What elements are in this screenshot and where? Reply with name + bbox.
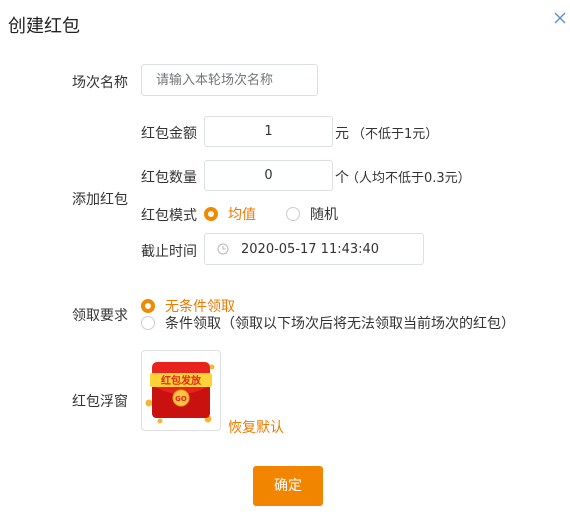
- mode-option-random[interactable]: 随机: [286, 204, 338, 224]
- mode-option-average-label: 均值: [228, 207, 256, 223]
- add-redpacket-label: 添加红包: [72, 192, 128, 208]
- amount-label: 红包金额: [141, 126, 197, 142]
- amount-input[interactable]: [204, 116, 333, 147]
- radio-selected-icon: [141, 299, 155, 313]
- confirm-button[interactable]: 确定: [253, 466, 323, 506]
- red-envelope-icon: 红包发放 GO: [145, 362, 215, 424]
- deadline-picker[interactable]: 2020-05-17 11:43:40: [204, 233, 424, 265]
- dialog-title: 创建红包: [8, 16, 80, 37]
- count-input[interactable]: [204, 160, 333, 191]
- reset-default-link[interactable]: 恢复默认: [228, 417, 284, 437]
- session-name-label: 场次名称: [72, 75, 128, 91]
- count-hint: （人均不低于0.3元）: [346, 171, 471, 186]
- count-label: 红包数量: [141, 170, 197, 186]
- session-name-input[interactable]: [141, 64, 318, 96]
- mode-option-random-label: 随机: [310, 207, 338, 223]
- deadline-label: 截止时间: [141, 244, 197, 260]
- amount-hint: （不低于1元）: [352, 127, 439, 142]
- requirement-option-conditional-label: 条件领取（领取以下场次后将无法领取当前场次的红包）: [165, 316, 515, 332]
- clock-icon: [217, 243, 229, 255]
- radio-selected-icon: [204, 207, 218, 221]
- requirement-label: 领取要求: [72, 308, 128, 324]
- requirement-option-conditional[interactable]: 条件领取（领取以下场次后将无法领取当前场次的红包）: [141, 313, 515, 333]
- float-window-image[interactable]: 红包发放 GO: [141, 350, 221, 431]
- radio-unselected-icon: [286, 207, 300, 221]
- float-window-label: 红包浮窗: [72, 394, 128, 410]
- radio-unselected-icon: [141, 316, 155, 330]
- close-icon[interactable]: [552, 10, 568, 26]
- mode-label: 红包模式: [141, 208, 197, 224]
- envelope-go-text: GO: [175, 395, 187, 403]
- mode-option-average[interactable]: 均值: [204, 204, 256, 224]
- amount-unit: 元: [335, 126, 349, 142]
- deadline-value: 2020-05-17 11:43:40: [241, 241, 380, 257]
- envelope-banner-text: 红包发放: [161, 374, 202, 387]
